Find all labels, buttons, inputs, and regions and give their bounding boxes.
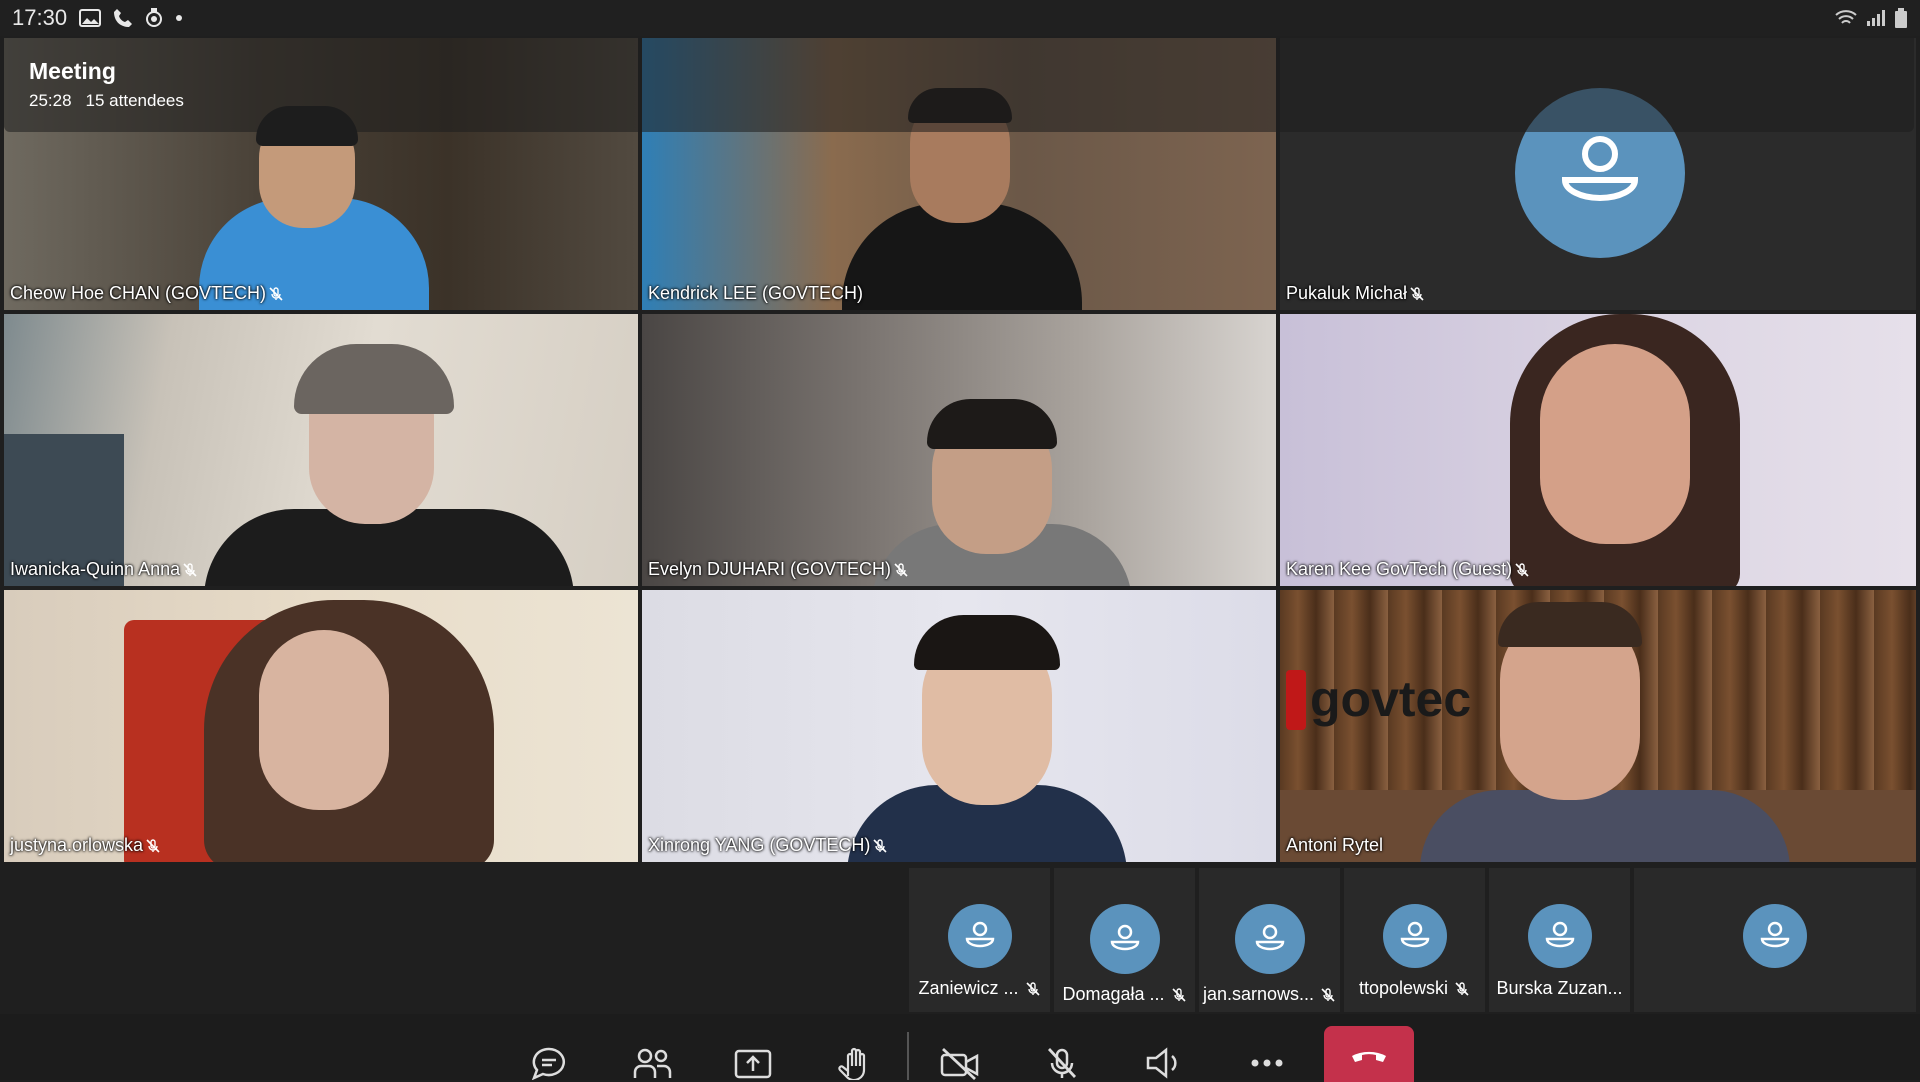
person-icon [1110, 924, 1139, 951]
avatar [1527, 904, 1592, 968]
mic-off-icon [146, 838, 160, 853]
mic-off-icon [1515, 562, 1529, 577]
dot-icon [176, 15, 183, 21]
person-icon [965, 921, 994, 948]
avatar [1234, 904, 1305, 974]
person-icon [1561, 136, 1639, 201]
avatar [947, 904, 1012, 968]
raise-hand-button[interactable] [834, 1046, 878, 1080]
participant-name: Cheow Hoe CHAN (GOVTECH) [10, 283, 284, 304]
video-grid: Cheow Hoe CHAN (GOVTECH) Kendrick LEE (G… [4, 38, 1916, 862]
location-icon [146, 8, 163, 27]
participant-name: Iwanicka-Quinn Anna [10, 559, 198, 580]
share-screen-button[interactable] [731, 1046, 775, 1080]
status-time: 17:30 [12, 5, 68, 30]
raise-hand-icon [838, 1047, 866, 1080]
participant-name: justyna.orlowska [10, 835, 161, 856]
mini-participant-tile[interactable]: ttopolewski [1344, 868, 1485, 1012]
mini-participant-tile[interactable]: Zaniewicz ... [909, 868, 1050, 1012]
mic-off-icon [1321, 987, 1335, 1002]
more-options-button[interactable] [1245, 1046, 1289, 1080]
mic-off-icon [873, 838, 887, 853]
attendee-count: 15 attendees [85, 91, 184, 110]
hang-up-button[interactable] [1324, 1026, 1414, 1082]
speaker-button[interactable] [1142, 1046, 1186, 1080]
video-tile[interactable]: govtec Antoni Rytel [1280, 590, 1916, 862]
share-screen-icon [734, 1049, 772, 1079]
participant-head [1540, 344, 1690, 544]
microphone-toggle-button[interactable] [1040, 1046, 1084, 1080]
chat-icon [531, 1047, 565, 1080]
video-overlay-text: govtec [1310, 671, 1472, 727]
video-tile[interactable]: Iwanicka-Quinn Anna [4, 314, 638, 586]
mic-off-icon [1171, 987, 1186, 1002]
participants-button[interactable] [630, 1046, 674, 1080]
mini-participant-name: Zaniewicz ... [918, 978, 1019, 998]
participant-figure [1420, 790, 1790, 862]
control-divider [907, 1032, 909, 1080]
person-icon [1760, 921, 1790, 948]
meeting-header[interactable]: Meeting 25:28 15 attendees [4, 38, 1914, 132]
image-icon [79, 9, 102, 27]
participant-name: Antoni Rytel [1286, 835, 1384, 855]
chat-button[interactable] [527, 1046, 571, 1080]
signal-icon [1867, 10, 1885, 26]
participant-name: Karen Kee GovTech (Guest) [1286, 559, 1530, 580]
mini-participant-name: Burska Zuzan... [1496, 978, 1623, 998]
person-icon [1545, 921, 1574, 948]
participant-head [259, 630, 389, 810]
mini-participant-tile[interactable]: Burska Zuzan... [1489, 868, 1630, 1012]
status-bar: 17:30 [0, 0, 1920, 36]
people-icon [633, 1048, 672, 1078]
mini-participant-name: jan.sarnows... [1202, 984, 1315, 1004]
avatar [1743, 904, 1807, 968]
mic-off-icon [1025, 981, 1040, 996]
mini-participant-name: ttopolewski [1358, 978, 1449, 998]
mini-participant-tile[interactable]: Domagała ... [1054, 868, 1195, 1012]
call-controls [0, 1014, 1920, 1082]
mini-participant-tile[interactable] [1634, 868, 1916, 1012]
participant-name: Xinrong YANG (GOVTECH) [648, 835, 888, 856]
participant-name: Pukaluk Michał [1286, 283, 1425, 304]
video-tile[interactable]: justyna.orlowska [4, 590, 638, 862]
participant-strip: Zaniewicz ... Domagała ... jan.sarnows..… [0, 868, 1920, 1013]
battery-icon [1895, 8, 1907, 28]
mic-off-icon [1047, 1048, 1077, 1078]
mic-off-icon [183, 562, 197, 577]
wifi-icon [1835, 10, 1857, 24]
video-tile[interactable]: Xinrong YANG (GOVTECH) [642, 590, 1276, 862]
speaker-icon [1146, 1047, 1177, 1079]
participant-name: Evelyn DJUHARI (GOVTECH) [648, 559, 909, 580]
meeting-duration: 25:28 [29, 91, 72, 110]
avatar [1382, 904, 1447, 968]
avatar [1089, 904, 1160, 974]
person-icon [1255, 924, 1284, 951]
mic-off-icon [269, 286, 283, 301]
mini-participant-tile[interactable]: jan.sarnows... [1199, 868, 1340, 1012]
person-icon [1400, 921, 1429, 948]
mini-participant-name: Domagała ... [1062, 984, 1165, 1004]
camera-toggle-button[interactable] [938, 1046, 982, 1080]
hang-up-icon [1352, 1051, 1386, 1062]
participant-name: Kendrick LEE (GOVTECH) [648, 283, 864, 303]
camera-off-icon [940, 1047, 979, 1080]
mic-off-icon [1455, 981, 1469, 996]
mic-off-icon [894, 562, 908, 577]
more-icon [1251, 1059, 1283, 1067]
mic-off-icon [1410, 286, 1424, 301]
phone-icon [114, 9, 133, 27]
video-tile[interactable]: Karen Kee GovTech (Guest) [1280, 314, 1916, 586]
meeting-title: Meeting [29, 58, 116, 84]
video-tile[interactable]: Evelyn DJUHARI (GOVTECH) [642, 314, 1276, 586]
